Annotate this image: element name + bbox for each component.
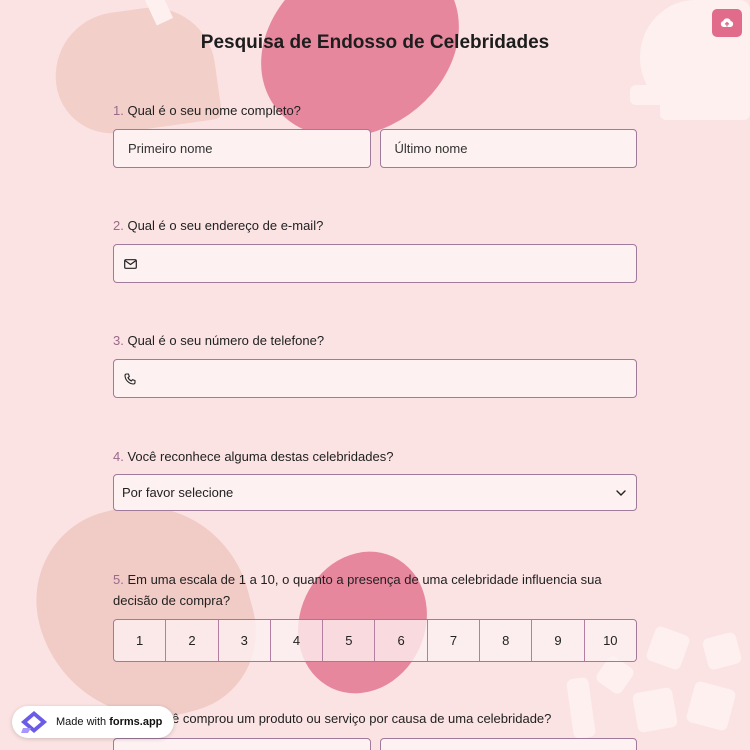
rating-scale: 1 2 3 4 5 6 7 8 9 10 bbox=[113, 619, 637, 662]
made-with-badge[interactable]: Made with forms.app bbox=[12, 706, 175, 738]
question-text: Qual é o seu endereço de e-mail? bbox=[127, 218, 324, 233]
question-label: 1. Qual é o seu nome completo? bbox=[113, 100, 637, 121]
question-number: 1. bbox=[113, 103, 124, 118]
question-text-continued: decisão de compra? bbox=[113, 593, 231, 608]
question-bought-because-celebrity: ê comprou um produto ou serviço por caus… bbox=[172, 708, 642, 729]
question-label: 3. Qual é o seu número de telefone? bbox=[113, 330, 637, 351]
scale-option[interactable]: 4 bbox=[270, 620, 324, 661]
question-influence-scale: 5. Em uma escala de 1 a 10, o quanto a p… bbox=[113, 569, 637, 662]
question-text: Qual é o seu número de telefone? bbox=[127, 333, 325, 348]
decorative-shape bbox=[701, 631, 743, 671]
question-phone: 3. Qual é o seu número de telefone? bbox=[113, 330, 637, 398]
question-label: 5. Em uma escala de 1 a 10, o quanto a p… bbox=[113, 569, 637, 611]
answer-option[interactable] bbox=[113, 738, 371, 750]
phone-field[interactable] bbox=[113, 359, 637, 398]
scale-option[interactable]: 5 bbox=[323, 620, 376, 661]
badge-text: Made with forms.app bbox=[56, 716, 163, 728]
question-number: 3. bbox=[113, 333, 124, 348]
question-text: ê comprou um produto ou serviço por caus… bbox=[172, 711, 552, 726]
scale-option[interactable]: 8 bbox=[480, 620, 533, 661]
answer-option[interactable] bbox=[380, 738, 637, 750]
page-title: Pesquisa de Endosso de Celebridades bbox=[200, 32, 550, 53]
chevron-down-icon bbox=[616, 489, 626, 496]
envelope-icon bbox=[124, 258, 137, 269]
last-name-input[interactable]: Último nome bbox=[379, 129, 637, 168]
cloud-upload-icon bbox=[720, 18, 734, 27]
question-text: Você reconhece alguma destas celebridade… bbox=[127, 449, 394, 464]
scale-option[interactable]: 2 bbox=[166, 620, 219, 661]
decorative-shape bbox=[660, 60, 750, 120]
question-text: Qual é o seu nome completo? bbox=[127, 103, 301, 118]
question-number: 2. bbox=[113, 218, 124, 233]
upload-button[interactable] bbox=[712, 9, 742, 37]
scale-option[interactable]: 1 bbox=[114, 620, 167, 661]
question-email: 2. Qual é o seu endereço de e-mail? bbox=[113, 215, 637, 283]
scale-option[interactable]: 10 bbox=[584, 620, 636, 661]
question-recognize-celebrities: 4. Você reconhece alguma destas celebrid… bbox=[113, 446, 637, 511]
decorative-shape bbox=[644, 624, 692, 672]
scale-option[interactable]: 9 bbox=[532, 620, 585, 661]
first-name-input[interactable]: Primeiro nome bbox=[113, 129, 371, 168]
scale-option[interactable]: 6 bbox=[375, 620, 428, 661]
email-field[interactable] bbox=[113, 244, 637, 283]
phone-icon bbox=[124, 372, 136, 385]
forms-app-logo-icon bbox=[21, 711, 47, 733]
scale-option[interactable]: 7 bbox=[427, 620, 481, 661]
question-full-name: 1. Qual é o seu nome completo? Primeiro … bbox=[113, 100, 637, 168]
decorative-shape bbox=[685, 680, 737, 732]
question-number: 4. bbox=[113, 449, 124, 464]
question-text: Em uma escala de 1 a 10, o quanto a pres… bbox=[127, 572, 602, 587]
question-label: 4. Você reconhece alguma destas celebrid… bbox=[113, 446, 637, 467]
question-label: 2. Qual é o seu endereço de e-mail? bbox=[113, 215, 637, 236]
scale-option[interactable]: 3 bbox=[218, 620, 271, 661]
select-value: Por favor selecione bbox=[122, 485, 234, 500]
question-number: 5. bbox=[113, 572, 124, 587]
celebrity-select[interactable]: Por favor selecione bbox=[113, 474, 637, 511]
